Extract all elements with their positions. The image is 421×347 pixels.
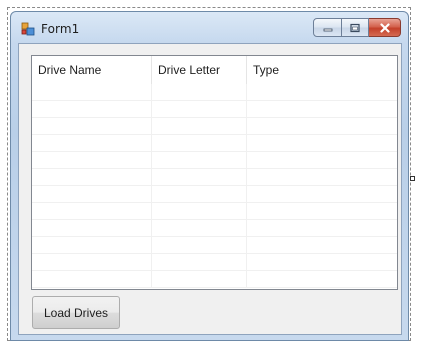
empty-grid-cell (247, 118, 397, 134)
winforms-app-icon (21, 22, 35, 36)
empty-grid-cell (247, 135, 397, 151)
restore-button[interactable] (342, 18, 369, 37)
empty-grid-cell (152, 169, 247, 185)
empty-grid-row (32, 271, 397, 288)
empty-grid-cell (32, 186, 152, 202)
title-bar[interactable]: Form1 (11, 12, 408, 46)
empty-grid-cell (152, 152, 247, 168)
empty-grid-cell (247, 271, 397, 287)
empty-grid-row (32, 84, 397, 101)
empty-grid-cell (32, 118, 152, 134)
restore-icon (350, 23, 360, 32)
empty-grid-cell (152, 186, 247, 202)
column-header-drive-name[interactable]: Drive Name (32, 56, 152, 84)
empty-grid-row (32, 135, 397, 152)
empty-grid-row (32, 237, 397, 254)
empty-grid-cell (152, 237, 247, 253)
empty-grid-row (32, 101, 397, 118)
column-header-drive-letter[interactable]: Drive Letter (152, 56, 247, 84)
minimize-button[interactable] (313, 18, 342, 37)
listview-header: Drive Name Drive Letter Type (32, 56, 397, 84)
window-title: Form1 (41, 22, 80, 36)
empty-grid-row (32, 186, 397, 203)
caption-buttons (313, 18, 401, 37)
empty-grid-cell (32, 152, 152, 168)
empty-grid-row (32, 169, 397, 186)
empty-grid-cell (247, 84, 397, 100)
empty-grid-cell (247, 186, 397, 202)
empty-grid-cell (32, 84, 152, 100)
empty-grid-cell (32, 271, 152, 287)
empty-grid-cell (32, 169, 152, 185)
empty-grid-cell (247, 152, 397, 168)
column-header-type[interactable]: Type (247, 56, 397, 84)
close-button[interactable] (369, 18, 401, 37)
empty-grid-cell (152, 271, 247, 287)
empty-grid-cell (152, 84, 247, 100)
empty-grid-cell (32, 220, 152, 236)
empty-grid-cell (32, 237, 152, 253)
empty-grid-cell (152, 220, 247, 236)
empty-grid-row (32, 220, 397, 237)
minimize-icon (323, 28, 332, 31)
empty-grid-cell (152, 203, 247, 219)
empty-grid-cell (247, 101, 397, 117)
resize-grip-right[interactable] (410, 176, 415, 181)
empty-grid-cell (247, 254, 397, 270)
empty-grid-cell (32, 254, 152, 270)
empty-grid-cell (32, 135, 152, 151)
listview-gridlines (32, 84, 397, 289)
empty-grid-cell (32, 203, 152, 219)
close-icon (379, 22, 390, 33)
empty-grid-row (32, 203, 397, 220)
empty-grid-cell (152, 118, 247, 134)
empty-grid-cell (247, 203, 397, 219)
load-drives-button[interactable]: Load Drives (32, 296, 120, 329)
empty-grid-cell (247, 169, 397, 185)
empty-grid-cell (152, 135, 247, 151)
empty-grid-cell (247, 220, 397, 236)
empty-grid-cell (152, 101, 247, 117)
empty-grid-row (32, 152, 397, 169)
empty-grid-cell (152, 254, 247, 270)
empty-grid-cell (247, 237, 397, 253)
client-area: Drive Name Drive Letter Type Load Drives (18, 43, 402, 335)
empty-grid-row (32, 118, 397, 135)
drives-listview[interactable]: Drive Name Drive Letter Type (31, 55, 398, 290)
empty-grid-row (32, 254, 397, 271)
empty-grid-cell (32, 101, 152, 117)
form-window: Form1 Drive Name Drive Letter Type Load … (10, 11, 409, 341)
